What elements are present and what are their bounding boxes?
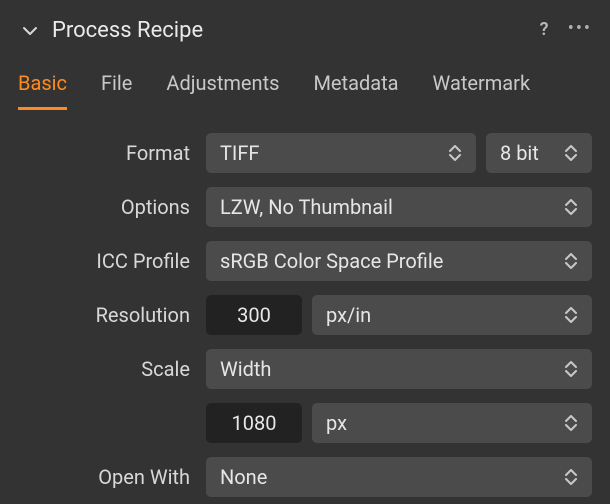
stepper-icon [560, 199, 582, 215]
scale-value-input[interactable]: 1080 [206, 403, 302, 443]
resolution-value: 300 [237, 303, 271, 327]
tabs: Basic File Adjustments Metadata Watermar… [18, 61, 592, 111]
format-select[interactable]: TIFF [206, 133, 476, 173]
label-format: Format [18, 141, 194, 165]
tab-file[interactable]: File [101, 65, 132, 110]
tab-adjustments[interactable]: Adjustments [166, 65, 279, 110]
label-resolution: Resolution [18, 303, 194, 327]
icc-value: sRGB Color Space Profile [220, 249, 552, 273]
scale-unit-value: px [326, 411, 552, 435]
panel-header: Process Recipe ? ••• [18, 18, 592, 43]
tab-basic[interactable]: Basic [18, 65, 67, 110]
label-icc: ICC Profile [18, 249, 194, 273]
label-openwith: Open With [18, 465, 194, 489]
resolution-input[interactable]: 300 [206, 295, 302, 335]
stepper-icon [560, 145, 582, 161]
panel-title: Process Recipe [52, 18, 524, 43]
options-select[interactable]: LZW, No Thumbnail [206, 187, 592, 227]
scale-mode-select[interactable]: Width [206, 349, 592, 389]
stepper-icon [560, 361, 582, 377]
format-value: TIFF [220, 141, 436, 165]
openwith-value: None [220, 465, 552, 489]
openwith-select[interactable]: None [206, 457, 592, 497]
help-icon[interactable]: ? [534, 19, 554, 43]
stepper-icon [560, 469, 582, 485]
scale-mode-value: Width [220, 357, 552, 381]
label-options: Options [18, 195, 194, 219]
scale-unit-select[interactable]: px [312, 403, 592, 443]
stepper-icon [560, 415, 582, 431]
tab-watermark[interactable]: Watermark [433, 65, 531, 110]
resolution-unit-value: px/in [326, 303, 552, 327]
bitdepth-select[interactable]: 8 bit [486, 133, 592, 173]
stepper-icon [444, 145, 466, 161]
svg-text:?: ? [539, 19, 548, 39]
resolution-unit-select[interactable]: px/in [312, 295, 592, 335]
settings-rows: Format TIFF 8 bit [18, 119, 592, 497]
icc-select[interactable]: sRGB Color Space Profile [206, 241, 592, 281]
scale-value: 1080 [232, 411, 277, 435]
bitdepth-value: 8 bit [500, 141, 552, 165]
more-icon[interactable]: ••• [568, 20, 592, 38]
tab-metadata[interactable]: Metadata [313, 65, 398, 110]
process-recipe-panel: Process Recipe ? ••• Basic File Adjustme… [0, 0, 610, 497]
collapse-icon[interactable] [18, 19, 42, 43]
stepper-icon [560, 253, 582, 269]
options-value: LZW, No Thumbnail [220, 195, 552, 219]
stepper-icon [560, 307, 582, 323]
label-scale: Scale [18, 357, 194, 381]
